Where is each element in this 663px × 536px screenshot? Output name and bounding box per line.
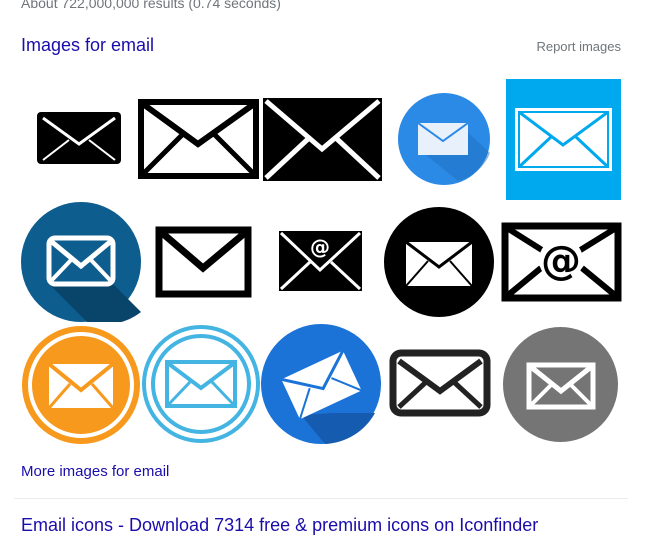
image-thumbnail-11[interactable] <box>22 326 140 444</box>
svg-text:@: @ <box>310 235 330 259</box>
more-images-link[interactable]: More images for email <box>21 463 169 480</box>
image-thumbnail-9[interactable] <box>384 207 494 317</box>
image-thumbnail-10[interactable]: @ <box>501 222 622 302</box>
envelope-blue-circle-icon <box>398 93 490 185</box>
envelope-outline-black-icon <box>138 99 259 179</box>
results-stats: About 722,000,000 results (0.74 seconds) <box>21 0 281 11</box>
result-title-link[interactable]: Email icons - Download 7314 free & premi… <box>21 515 538 536</box>
envelope-at-sign-small-icon: @ <box>279 231 362 291</box>
image-thumbnail-3[interactable] <box>262 97 383 182</box>
envelope-rounded-outline-icon <box>389 349 491 417</box>
envelope-at-sign-outline-icon: @ <box>501 222 622 302</box>
divider <box>14 498 628 499</box>
image-thumbnail-15[interactable] <box>503 327 618 442</box>
image-thumbnail-1[interactable] <box>35 110 123 166</box>
envelope-small-black-icon <box>37 112 121 164</box>
image-thumbnail-2[interactable] <box>137 98 260 180</box>
image-thumbnail-7[interactable] <box>155 226 252 298</box>
image-thumbnail-6[interactable] <box>21 202 141 322</box>
envelope-light-blue-ring-icon <box>142 325 260 443</box>
envelope-bold-black-icon <box>263 98 382 181</box>
image-thumbnail-12[interactable] <box>142 324 260 444</box>
report-images-link[interactable]: Report images <box>536 39 621 54</box>
envelope-black-stroke-icon <box>155 226 252 298</box>
images-block-title[interactable]: Images for email <box>21 35 154 56</box>
image-thumbnail-5[interactable] <box>506 79 621 200</box>
image-thumbnail-13[interactable] <box>261 323 381 445</box>
envelope-dark-blue-circle-icon <box>21 202 141 322</box>
image-thumbnail-4[interactable] <box>398 93 490 185</box>
image-thumbnail-14[interactable] <box>389 349 491 417</box>
image-thumbnail-8[interactable]: @ <box>278 230 363 292</box>
envelope-cyan-square-icon <box>506 79 621 200</box>
envelope-black-circle-icon <box>384 207 494 317</box>
envelope-blue-circle-tilted-icon <box>261 324 381 444</box>
envelope-gray-circle-icon <box>503 327 618 442</box>
svg-text:@: @ <box>541 238 581 284</box>
envelope-orange-circle-icon <box>22 326 140 444</box>
